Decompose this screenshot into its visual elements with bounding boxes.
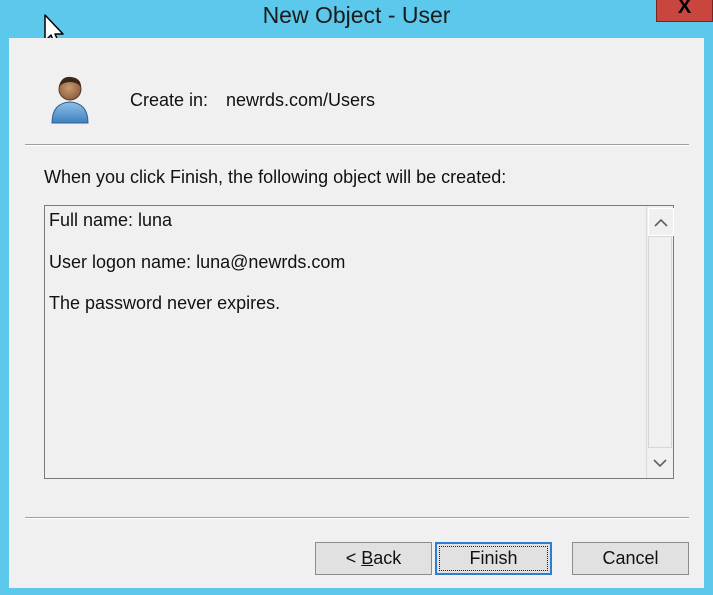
create-in-path: newrds.com/Users (226, 90, 376, 110)
back-rest: ack (373, 548, 402, 568)
back-button[interactable]: < Back (315, 542, 432, 575)
summary-textbox[interactable]: Full name: luna User logon name: luna@ne… (44, 205, 674, 479)
intro-text: When you click Finish, the following obj… (44, 167, 507, 187)
vertical-scrollbar[interactable] (646, 206, 674, 478)
bottom-divider (25, 517, 689, 519)
summary-password-note: The password never expires. (49, 293, 281, 313)
back-prefix: < (345, 548, 362, 568)
close-button[interactable]: X (656, 0, 713, 22)
window-title: New Object - User (262, 2, 451, 28)
summary-full-name: Full name: luna (49, 210, 173, 230)
close-icon: X (677, 0, 692, 18)
scroll-down-button[interactable] (648, 450, 672, 476)
back-hotkey: B (361, 548, 374, 568)
summary-logon-name: User logon name: luna@newrds.com (49, 252, 346, 272)
scrollbar-track[interactable] (648, 236, 672, 448)
user-icon (51, 76, 89, 124)
title-bar: New Object - User X (0, 0, 713, 38)
finish-button[interactable]: Finish (435, 542, 552, 575)
create-in-label: Create in: (130, 90, 209, 110)
focus-rectangle (439, 546, 548, 571)
dialog-body: Create in: newrds.com/Users When you cli… (9, 38, 704, 588)
chevron-down-icon (653, 458, 667, 467)
scroll-up-button[interactable] (648, 208, 674, 236)
chevron-up-icon (654, 218, 668, 227)
top-divider (25, 144, 689, 146)
cancel-button[interactable]: Cancel (572, 542, 689, 575)
cancel-label: Cancel (602, 548, 659, 568)
